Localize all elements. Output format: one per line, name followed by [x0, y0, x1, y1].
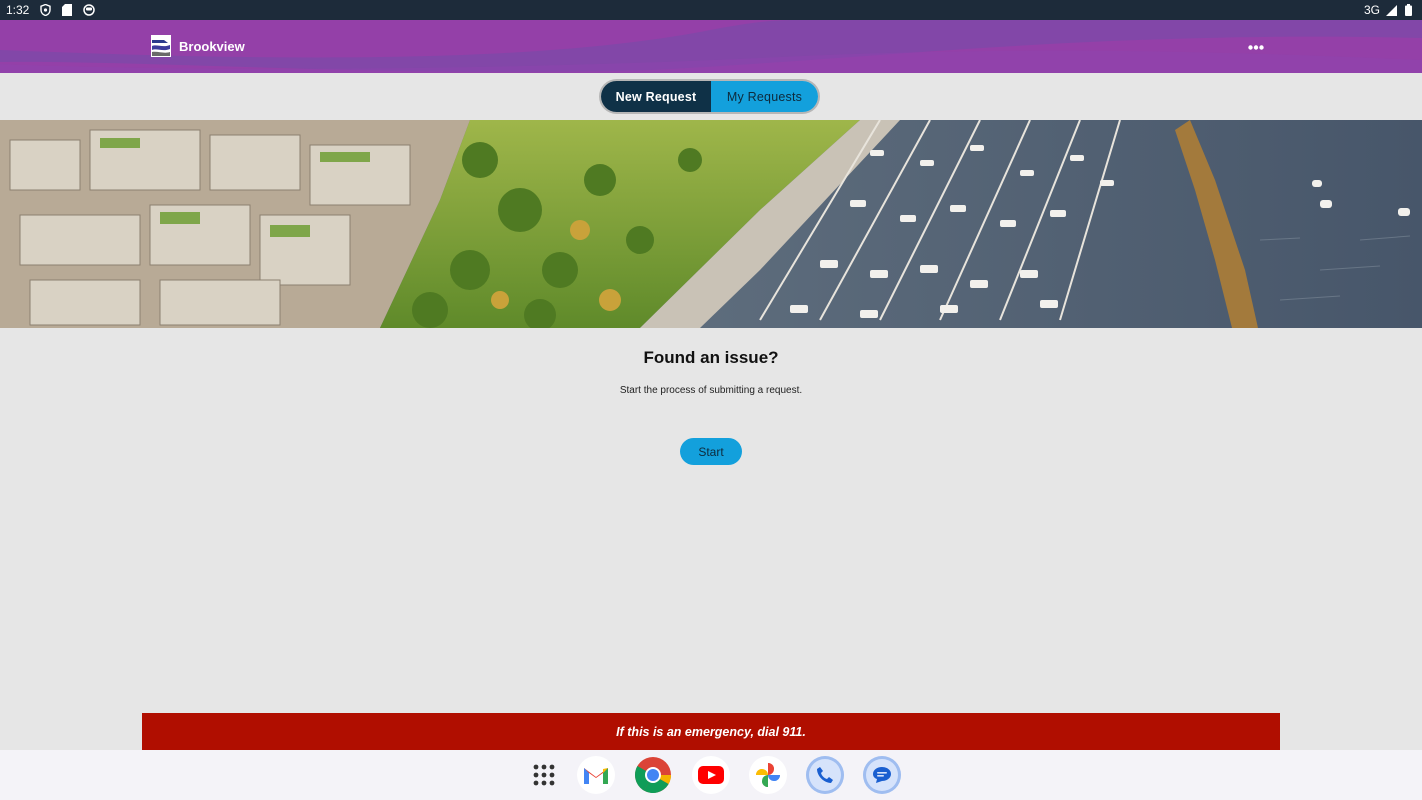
- gmail-icon[interactable]: [577, 756, 615, 794]
- photos-icon[interactable]: [749, 756, 787, 794]
- page-title: Found an issue?: [643, 348, 779, 367]
- brookview-logo-icon: [150, 34, 172, 58]
- app-drawer-icon[interactable]: [525, 756, 563, 794]
- app-brand[interactable]: Brookview: [150, 34, 245, 58]
- app-header: Brookview: [0, 20, 1422, 73]
- battery-icon: [1402, 4, 1414, 16]
- sd-card-icon: [61, 4, 73, 16]
- youtube-icon[interactable]: [692, 756, 730, 794]
- page-subtitle: Start the process of submitting a reques…: [619, 385, 803, 396]
- request-tabs: New Request My Requests: [601, 81, 818, 112]
- network-type: 3G: [1363, 3, 1380, 17]
- messages-icon[interactable]: [863, 756, 901, 794]
- android-dock: [0, 750, 1422, 800]
- signal-icon: [1385, 4, 1397, 16]
- waterfront-marina-aerial-photo: [0, 120, 1422, 328]
- chrome-icon[interactable]: [634, 756, 672, 794]
- hero-image: [0, 120, 1422, 328]
- status-bar: 1:32 3G: [0, 0, 1422, 20]
- tab-new-request[interactable]: New Request: [601, 81, 711, 112]
- more-options-button[interactable]: [1242, 34, 1270, 58]
- status-time: 1:32: [6, 3, 30, 17]
- smiley-icon: [83, 4, 96, 16]
- shield-icon: [39, 4, 51, 16]
- tab-my-requests[interactable]: My Requests: [711, 81, 818, 112]
- app-name: Brookview: [179, 38, 245, 54]
- start-button[interactable]: Start: [680, 438, 742, 465]
- phone-icon[interactable]: [806, 756, 844, 794]
- more-horizontal-icon: [1248, 37, 1264, 55]
- emergency-banner: If this is an emergency, dial 911.: [142, 713, 1280, 750]
